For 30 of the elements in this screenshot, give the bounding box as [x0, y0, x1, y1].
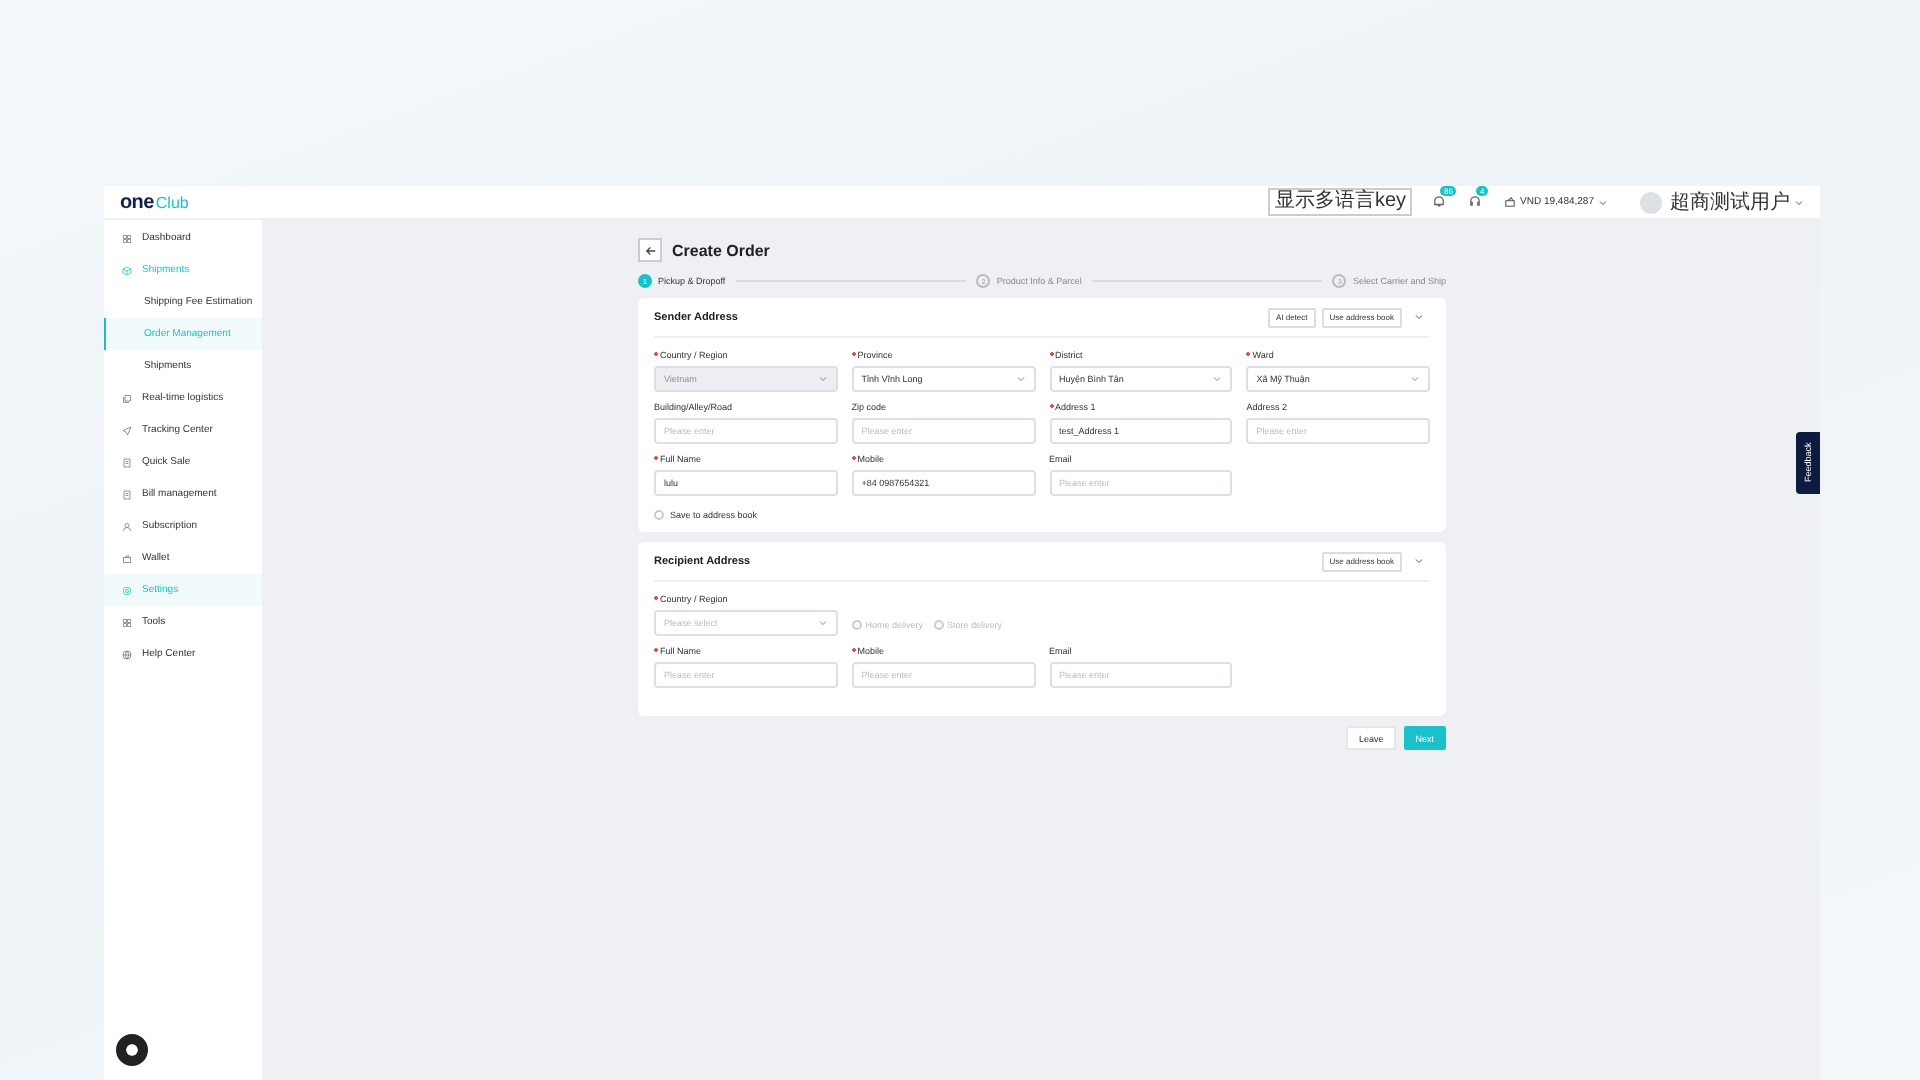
- chevron-down-icon: [1212, 374, 1223, 384]
- chevron-down-icon[interactable]: [1598, 197, 1608, 207]
- bell-icon[interactable]: [1432, 194, 1447, 208]
- wallet-icon: [1504, 196, 1517, 208]
- page-title: Create Order: [672, 241, 770, 259]
- box-icon: [122, 265, 132, 275]
- user-name[interactable]: 超商测试用户: [1670, 188, 1790, 216]
- chat-button[interactable]: [116, 1034, 148, 1066]
- chevron-down-icon[interactable]: [1794, 197, 1804, 207]
- grid-icon: [122, 617, 132, 627]
- headset-icon[interactable]: [1468, 194, 1483, 208]
- avatar[interactable]: [1640, 191, 1662, 213]
- language-key-button[interactable]: 显示多语言key: [1268, 188, 1413, 216]
- wallet-icon: [122, 553, 132, 563]
- collapse-icon[interactable]: [1414, 556, 1424, 566]
- grid-icon: [122, 233, 132, 243]
- globe-icon: [122, 649, 132, 659]
- copy-icon: [122, 393, 132, 403]
- logo[interactable]: oneClub: [120, 191, 189, 213]
- collapse-icon[interactable]: [1414, 312, 1424, 322]
- back-button[interactable]: [638, 238, 662, 262]
- document-icon: [122, 489, 132, 499]
- send-icon: [122, 425, 132, 435]
- user-icon: [122, 521, 132, 531]
- document-icon: [122, 457, 132, 467]
- chevron-down-icon: [817, 618, 828, 628]
- chevron-down-icon: [1015, 374, 1025, 384]
- gear-icon: [122, 585, 132, 595]
- chevron-down-icon: [1410, 374, 1420, 384]
- chevron-down-icon: [817, 374, 828, 384]
